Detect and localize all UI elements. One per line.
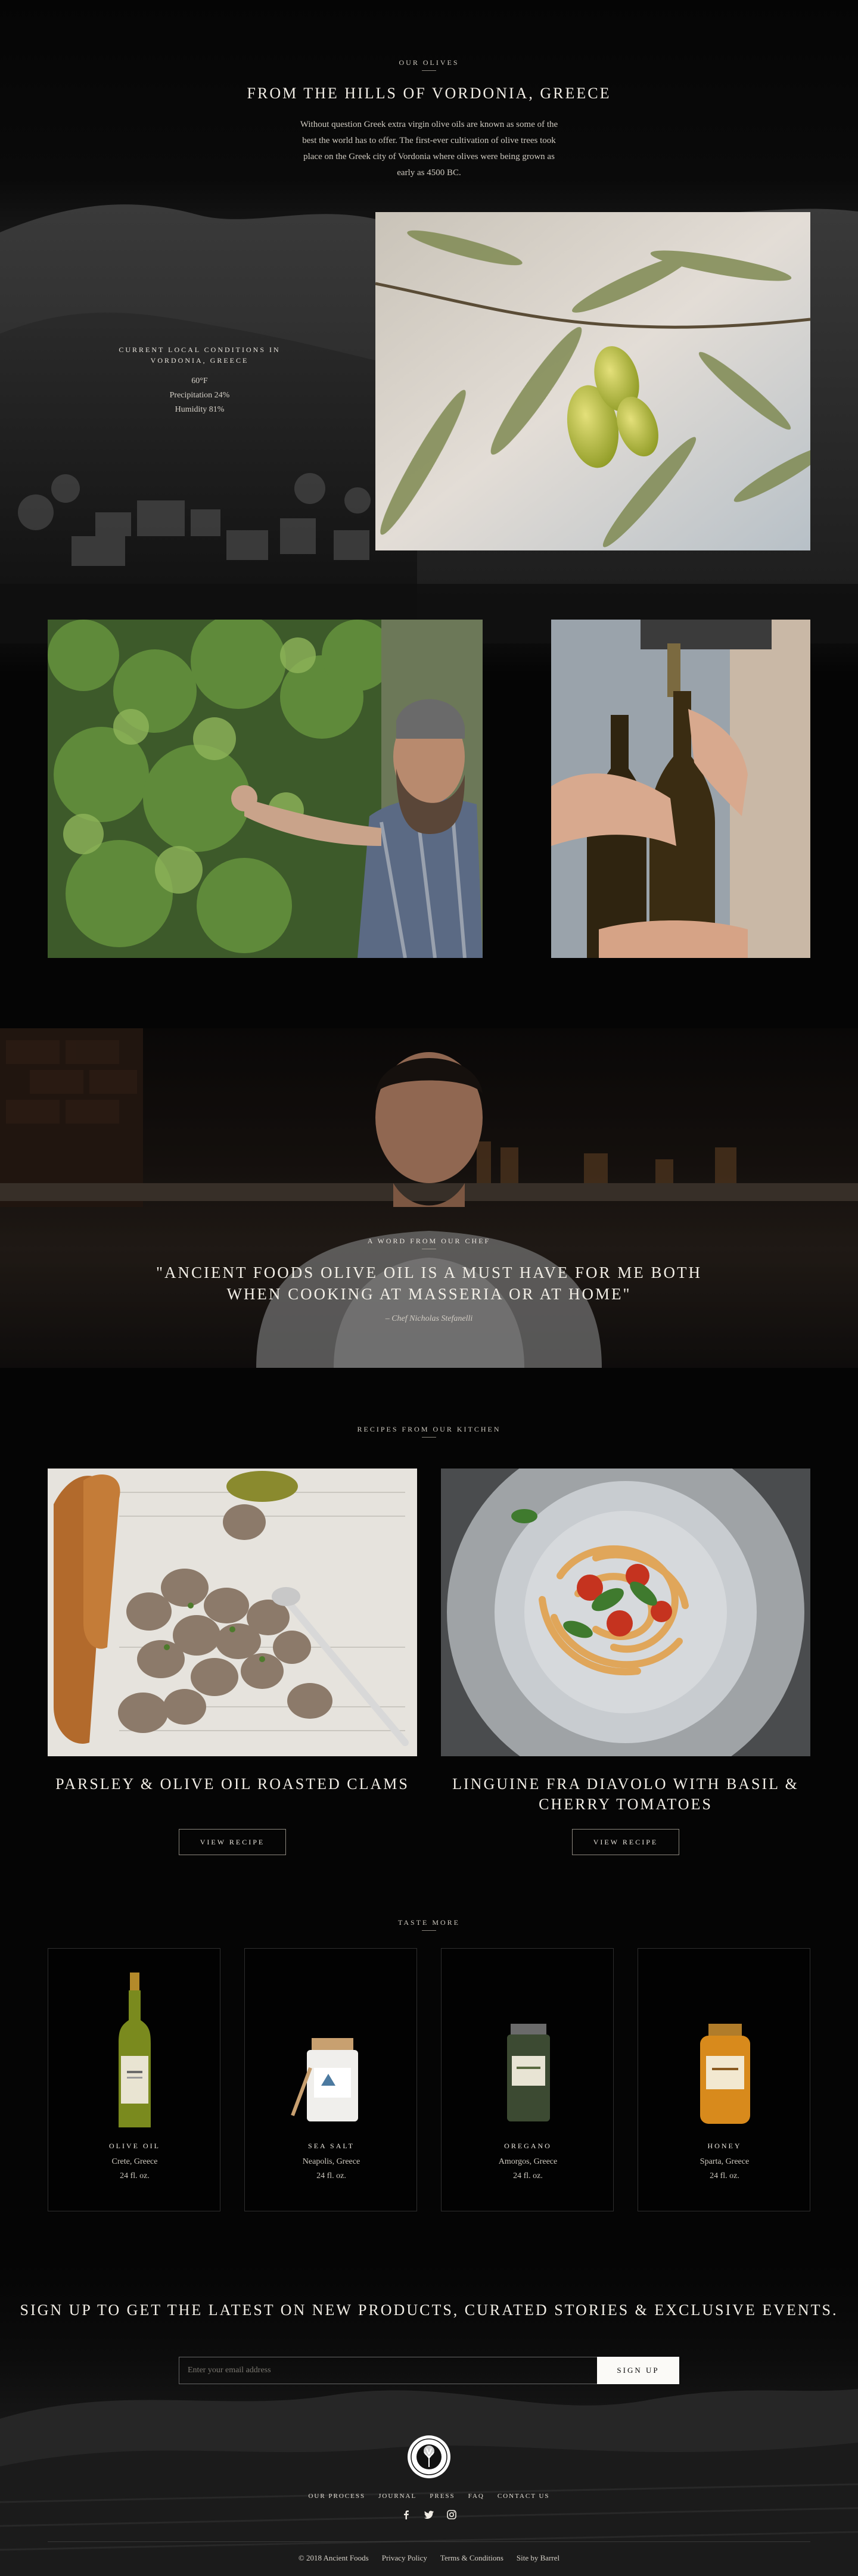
local-conditions: Current Local Conditions in Vordonia, Gr… [113,344,286,417]
chef-quote: "Ancient Foods olive oil is a must have … [156,1264,702,1303]
bottle-filling-image [551,620,810,958]
page: Our Olives From the Hills of Vordonia, G… [0,0,858,2576]
signup-title: Sign Up to Get the Latest on New Product… [20,2301,838,2319]
twitter-icon[interactable] [424,2509,434,2520]
conditions-temperature: 60°F [191,377,208,385]
ancient-foods-logo[interactable] [406,2434,452,2479]
email-input[interactable] [179,2357,597,2384]
site-credit-link[interactable]: Site by Barrel [517,2553,559,2563]
oregano-jar-image [507,2024,550,2121]
privacy-policy-link[interactable]: Privacy Policy [382,2553,427,2563]
signup-form: Sign Up [179,2357,679,2384]
product-size: 24 fl. oz. [120,2171,150,2180]
footer-link-contact-us[interactable]: Contact Us [498,2493,550,2500]
recipe-title-linguine[interactable]: Linguine Fra Diavolo with Basil & Cherry… [441,1774,810,1815]
honey-jar-image [700,2024,750,2124]
clams-recipe-image[interactable] [48,1469,417,1756]
recipe-title-clams[interactable]: Parsley & Olive Oil Roasted Clams [48,1774,417,1794]
product-card-sea-salt[interactable]: Sea Salt Neapolis, Greece 24 fl. oz. [244,1948,417,2211]
olive-branch-image [375,212,810,550]
product-size: 24 fl. oz. [710,2171,739,2180]
pasta-recipe-image[interactable] [441,1469,810,1756]
taste-more-eyebrow: Taste More [397,1918,461,1927]
chef-eyebrow: A Word From Our Chef [367,1237,491,1245]
farmer-harvesting-image [48,620,483,958]
conditions-humidity: Humidity 81% [175,405,225,414]
product-card-olive-oil[interactable]: Olive Oil Crete, Greece 24 fl. oz. [48,1948,220,2211]
product-card-oregano[interactable]: Oregano Amorgos, Greece 24 fl. oz. [441,1948,614,2211]
chef-section: A Word From Our Chef "Ancient Foods oliv… [0,1028,858,1368]
view-recipe-button-linguine[interactable]: View Recipe [572,1829,679,1855]
footer-nav: Our Process Journal Press FAQ Contact Us [0,2493,858,2500]
facebook-icon[interactable] [401,2509,412,2520]
chef-citation: – Chef Nicholas Stefanelli [385,1314,473,1323]
product-size: 24 fl. oz. [316,2171,346,2180]
product-name: Sea Salt [308,2142,355,2150]
product-origin: Amorgos, Greece [498,2157,558,2166]
recipes-divider [422,1437,436,1438]
product-card-honey[interactable]: Honey Sparta, Greece 24 fl. oz. [638,1948,810,2211]
copyright-text: © 2018 Ancient Foods [298,2553,369,2562]
product-size: 24 fl. oz. [513,2171,543,2180]
product-name: Honey [707,2142,742,2150]
footer-link-journal[interactable]: Journal [378,2493,416,2500]
product-origin: Crete, Greece [111,2157,158,2166]
olives-title: From the Hills of Vordonia, Greece [247,85,611,102]
olives-eyebrow: Our Olives [399,58,459,67]
terms-link[interactable]: Terms & Conditions [440,2553,503,2563]
instagram-icon[interactable] [446,2509,457,2520]
olives-intro: Without question Greek extra virgin oliv… [300,120,558,178]
view-recipe-button-clams[interactable]: View Recipe [179,1829,286,1855]
footer-link-faq[interactable]: FAQ [468,2493,484,2500]
product-origin: Sparta, Greece [700,2157,750,2166]
product-name: Olive Oil [109,2142,160,2150]
sea-salt-jar-image [291,2038,358,2121]
footer-divider [48,2541,810,2542]
legal-bar: © 2018 Ancient Foods Privacy Policy Term… [0,2553,858,2563]
eyebrow-divider [422,70,436,71]
recipes-eyebrow: Recipes From Our Kitchen [357,1425,501,1433]
olive-oil-bottle-image [119,1973,151,2127]
taste-more-divider [422,1930,436,1931]
social-links [0,2509,858,2520]
conditions-title: Current Local Conditions in Vordonia, Gr… [119,346,281,365]
conditions-precipitation: Precipitation 24% [169,391,230,400]
product-name: Oregano [504,2142,552,2150]
footer-link-our-process[interactable]: Our Process [308,2493,365,2500]
signup-button[interactable]: Sign Up [597,2357,679,2384]
product-origin: Neapolis, Greece [302,2157,360,2166]
footer-link-press[interactable]: Press [430,2493,455,2500]
